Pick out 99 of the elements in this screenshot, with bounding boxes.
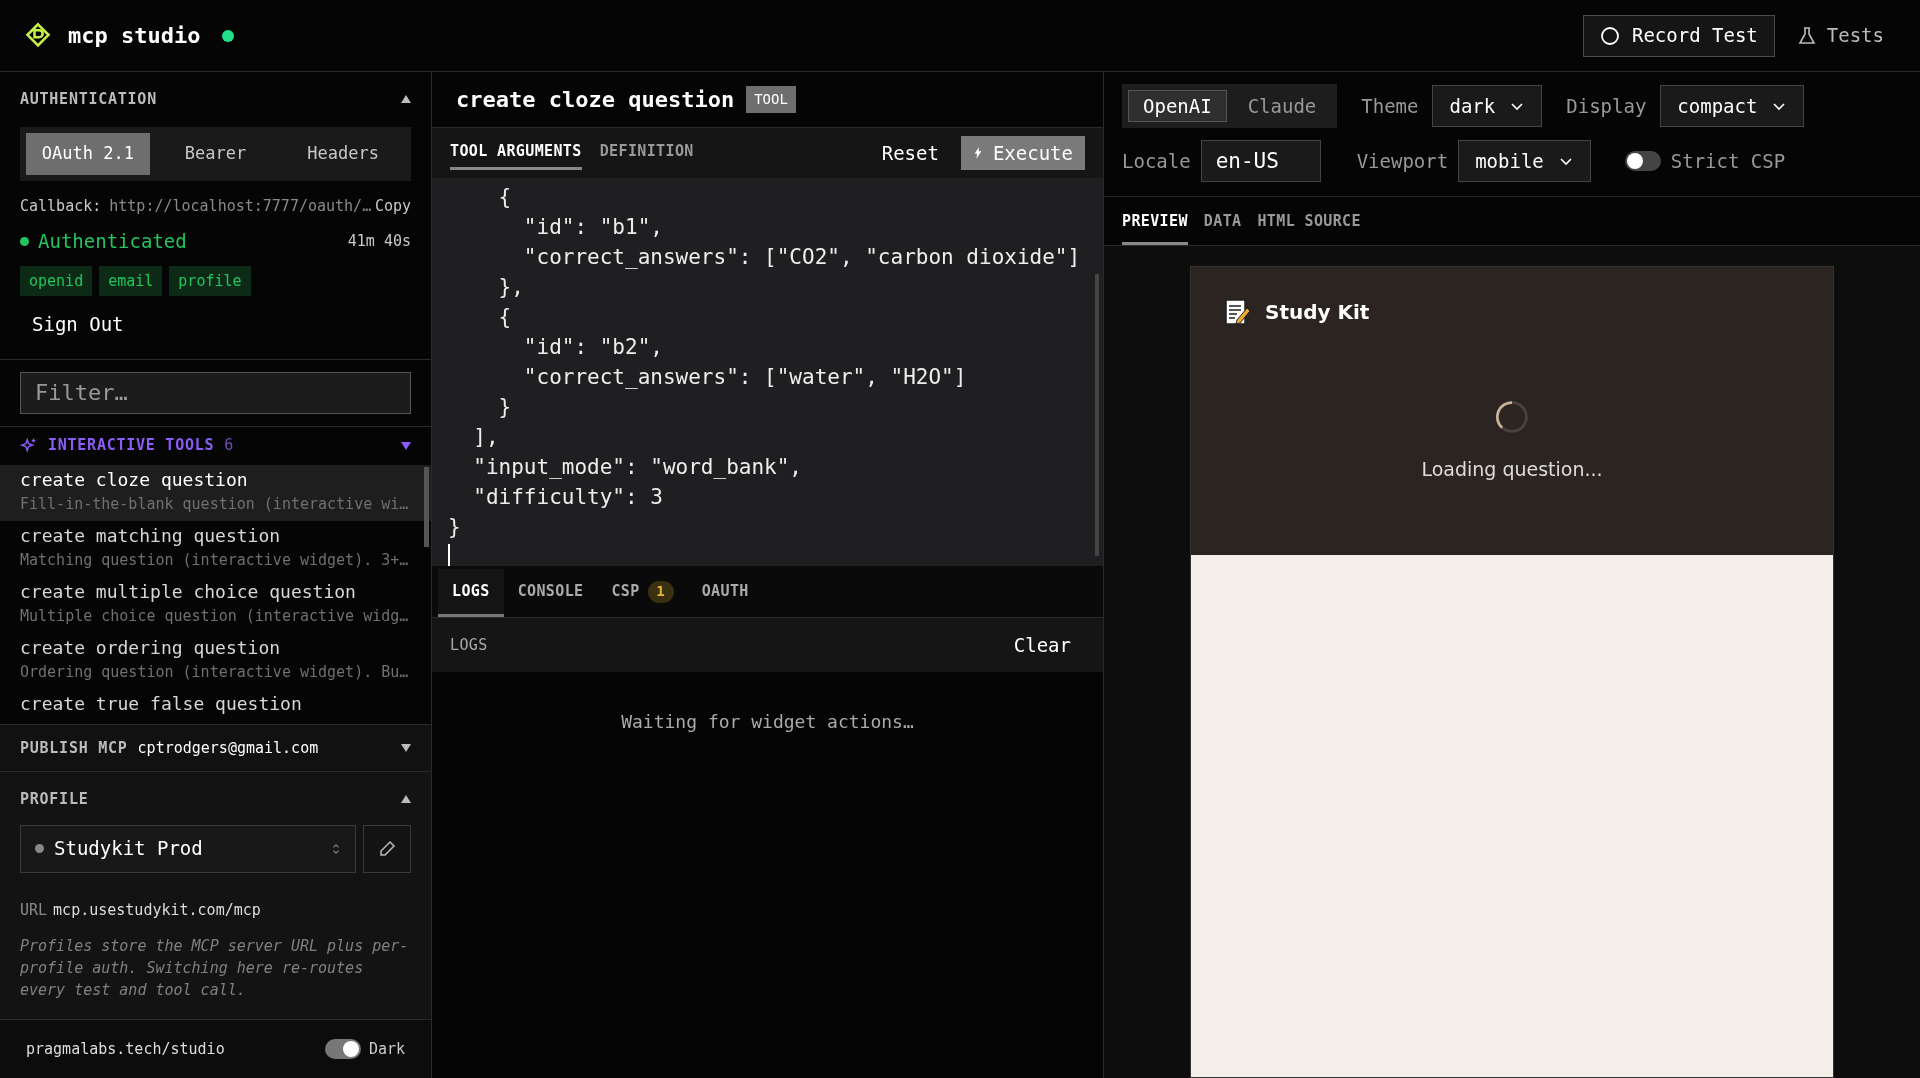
section-title: AUTHENTICATION [20,89,157,110]
section-title: INTERACTIVE TOOLS [48,435,215,457]
account-email: cptrodgers@gmail.com [137,737,319,759]
dark-mode-toggle[interactable] [324,1039,361,1059]
code-line: ], [472,424,500,451]
collapse-icon[interactable] [401,95,411,104]
section-title: PUBLISH MCP [20,737,128,759]
server-url: mcp.usestudykit.com/mcp [53,900,261,919]
scope-tag: openid [20,265,93,296]
tool-count: 6 [224,435,234,457]
callback-label: Callback: [20,195,102,217]
pencil-icon [377,838,397,859]
toggle-label: Strict CSP [1670,148,1786,174]
theme-select[interactable]: dark [1432,85,1543,127]
code-line: "input_mode": "word_bank", [472,454,803,481]
reset-button[interactable]: Reset [881,138,939,168]
loading-text: Loading question... [1421,457,1603,482]
host-tab[interactable]: Claude [1232,90,1332,122]
panel-tab[interactable]: CONSOLE [503,569,598,617]
field-label: Theme [1361,93,1419,119]
viewport-select[interactable]: mobile [1458,140,1591,182]
code-line: "id": "b1", [522,214,664,241]
auth-tab[interactable]: Headers [281,132,405,175]
tool-item[interactable]: create cloze question Fill-in-the-blank question (interactive wi… [0,464,431,521]
tests-button[interactable]: Tests [1796,21,1884,50]
editor-tab[interactable]: DEFINITION [599,136,694,170]
tool-description: Ordering question (interactive widget). Bu… [20,661,410,683]
sign-out-button[interactable]: Sign Out [32,310,124,339]
auth-tab[interactable]: Bearer [153,132,278,175]
profile-note: Profiles store the MCP server URL plus per-profile auth. Switching here re-routes every test and tool call. [20,936,410,1001]
scope-tag: profile [169,265,251,296]
preview-tab[interactable]: DATA [1203,209,1242,245]
notepad-icon [1223,298,1251,326]
tool-description: Multiple choice question (interactive widg… [20,605,410,627]
tool-title: create cloze question [456,86,735,114]
record-icon [1599,25,1620,46]
panel-tab[interactable]: LOGS [438,569,504,617]
code-line: } [497,394,513,421]
section-title: PROFILE [20,789,89,810]
tool-name: create ordering question [20,635,282,660]
code-line: { [497,304,513,331]
code-line: { [497,184,513,211]
logo-icon [24,21,52,50]
field-label: Display [1566,93,1647,119]
collapse-icon[interactable] [401,795,411,804]
tool-description: Matching question (interactive widget). 3+… [20,549,410,571]
record-test-button[interactable]: Record Test [1582,14,1775,57]
tool-item[interactable]: create matching question Matching question (interactive widget). 3+… [0,520,431,577]
filter-field[interactable]: Filter… [20,371,411,414]
tool-badge: TOOL [746,86,796,113]
field-label: Viewport [1356,148,1449,174]
field-label: Locale [1122,148,1191,174]
code-line: }, [497,274,525,301]
widget-title: Study Kit [1265,299,1370,326]
url-label: URL [20,900,48,919]
edit-button[interactable] [363,824,411,873]
profile-select[interactable]: Studykit Prod [20,824,356,873]
lightning-icon [972,146,983,160]
copy-button[interactable]: Copy [374,194,411,217]
locale-field[interactable]: en-US [1200,140,1321,182]
tool-description: Fill-in-the-blank question (interactive wi… [20,493,410,515]
tool-name: create multiple choice question [20,579,357,604]
code-line: "correct_answers": ["water", "H2O"] [522,364,968,391]
strict-csp-toggle[interactable] [1624,151,1661,171]
spinner-icon [1494,399,1530,435]
tool-name: create matching question [20,523,282,548]
callback-url: http://localhost:7777/oauth/… [109,195,372,217]
panel-tab[interactable]: OAUTH [687,569,763,617]
tool-item[interactable]: create multiple choice question Multiple choice question (interactive widg… [0,576,431,633]
count-badge: 1 [647,580,674,603]
auth-status: Authenticated [38,229,187,254]
code-line: "correct_answers": ["CO2", "carbon dioxide"] [522,244,1082,271]
display-select[interactable]: compact [1660,85,1805,127]
logs-title: LOGS [450,634,488,656]
tool-item[interactable]: create ordering question Ordering question (interactive widget). Bu… [0,632,431,689]
footer-link[interactable]: pragmalabs.tech/studio [26,1037,225,1061]
collapse-icon[interactable] [401,744,411,752]
toggle-label: Dark [368,1038,405,1060]
auth-tab[interactable]: OAuth 2.1 [26,132,150,175]
sparkle-icon [20,436,38,455]
empty-message: Waiting for widget actions… [621,710,914,734]
collapse-icon[interactable] [401,441,411,450]
tool-item[interactable]: create true false question [0,688,431,724]
code-line: } [448,514,462,541]
scope-tag: email [99,265,163,296]
panel-tab[interactable]: CSP 1 [597,569,688,617]
code-line: "id": "b2", [522,334,664,361]
app-name: mcp studio [68,22,201,50]
tool-name: create true false question [20,691,303,716]
expiry-time: 41m 40s [347,231,411,252]
execute-button[interactable]: Execute [960,136,1085,170]
text-cursor [448,544,450,566]
code-line: "difficulty": 3 [472,484,664,511]
clear-button[interactable]: Clear [1013,630,1071,660]
preview-tab[interactable]: HTML SOURCE [1257,209,1361,245]
tool-name: create cloze question [20,467,249,492]
flask-icon [1796,25,1817,46]
editor-tab[interactable]: TOOL ARGUMENTS [450,136,582,170]
host-tab[interactable]: OpenAI [1128,90,1227,122]
